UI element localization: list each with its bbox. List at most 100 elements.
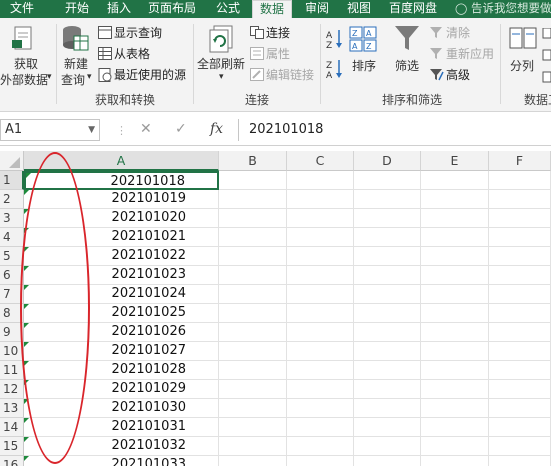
cell-empty[interactable] <box>219 190 287 209</box>
row-header[interactable]: 5 <box>0 247 24 266</box>
cell-empty[interactable] <box>489 190 551 209</box>
cell-empty[interactable] <box>219 361 287 380</box>
cell-empty[interactable] <box>219 380 287 399</box>
cell-empty[interactable] <box>489 247 551 266</box>
cell-empty[interactable] <box>287 437 354 456</box>
row-header[interactable]: 6 <box>0 266 24 285</box>
cell-empty[interactable] <box>421 323 489 342</box>
cell-empty[interactable] <box>489 380 551 399</box>
tab-baidu-netdisk[interactable]: 百度网盘 <box>382 0 444 18</box>
tab-data[interactable]: 数据 <box>252 0 292 18</box>
column-header-b[interactable]: B <box>219 151 287 171</box>
cell-empty[interactable] <box>421 266 489 285</box>
cell-a15[interactable]: 202101032 <box>24 437 219 456</box>
tell-me-box[interactable]: ◯ 告诉我您想要做 <box>455 0 551 18</box>
cell-empty[interactable] <box>489 266 551 285</box>
cell-empty[interactable] <box>354 171 421 190</box>
cell-a8[interactable]: 202101025 <box>24 304 219 323</box>
cell-empty[interactable] <box>219 209 287 228</box>
column-header-a[interactable]: A <box>24 151 219 171</box>
cell-empty[interactable] <box>489 361 551 380</box>
row-header[interactable]: 10 <box>0 342 24 361</box>
cell-empty[interactable] <box>354 266 421 285</box>
cell-empty[interactable] <box>219 247 287 266</box>
cell-empty[interactable] <box>354 209 421 228</box>
cell-a6[interactable]: 202101023 <box>24 266 219 285</box>
tab-view[interactable]: 视图 <box>340 0 378 18</box>
cell-empty[interactable] <box>489 418 551 437</box>
row-header[interactable]: 4 <box>0 228 24 247</box>
cell-empty[interactable] <box>354 456 421 466</box>
cell-empty[interactable] <box>287 285 354 304</box>
cancel-icon[interactable]: ✕ <box>140 121 152 137</box>
cell-empty[interactable] <box>287 171 354 190</box>
row-header[interactable]: 15 <box>0 437 24 456</box>
formula-input[interactable]: 202101018 <box>238 119 551 141</box>
cell-empty[interactable] <box>489 342 551 361</box>
enter-icon[interactable]: ✓ <box>175 121 187 137</box>
tab-formulas[interactable]: 公式 <box>209 0 247 18</box>
cell-empty[interactable] <box>354 437 421 456</box>
cell-a7[interactable]: 202101024 <box>24 285 219 304</box>
insert-function-icon[interactable]: fx <box>210 121 223 137</box>
cell-empty[interactable] <box>287 190 354 209</box>
column-header-f[interactable]: F <box>489 151 551 171</box>
row-header[interactable]: 8 <box>0 304 24 323</box>
cell-empty[interactable] <box>421 285 489 304</box>
cell-empty[interactable] <box>421 399 489 418</box>
cell-empty[interactable] <box>354 399 421 418</box>
cell-empty[interactable] <box>421 361 489 380</box>
cell-empty[interactable] <box>489 228 551 247</box>
tab-file[interactable]: 文件 <box>2 0 42 18</box>
cell-empty[interactable] <box>489 437 551 456</box>
cell-empty[interactable] <box>287 342 354 361</box>
cell-empty[interactable] <box>354 361 421 380</box>
cell-empty[interactable] <box>219 342 287 361</box>
cell-empty[interactable] <box>421 418 489 437</box>
cell-a1[interactable]: 202101018 <box>24 171 219 190</box>
cell-empty[interactable] <box>489 209 551 228</box>
cell-empty[interactable] <box>287 247 354 266</box>
cell-a13[interactable]: 202101030 <box>24 399 219 418</box>
cell-empty[interactable] <box>287 361 354 380</box>
cell-empty[interactable] <box>219 418 287 437</box>
row-header[interactable]: 11 <box>0 361 24 380</box>
cell-empty[interactable] <box>219 171 287 190</box>
row-header[interactable]: 7 <box>0 285 24 304</box>
cell-empty[interactable] <box>421 247 489 266</box>
cell-empty[interactable] <box>287 456 354 466</box>
cell-empty[interactable] <box>287 209 354 228</box>
cell-empty[interactable] <box>421 342 489 361</box>
cell-empty[interactable] <box>287 418 354 437</box>
cell-empty[interactable] <box>421 380 489 399</box>
cell-empty[interactable] <box>421 190 489 209</box>
cell-empty[interactable] <box>421 437 489 456</box>
cell-empty[interactable] <box>219 285 287 304</box>
cell-empty[interactable] <box>489 304 551 323</box>
spreadsheet-grid[interactable]: A B C D E F 1 202101018 2 202101019 3 202101020 4 202… <box>0 151 551 466</box>
cell-empty[interactable] <box>421 209 489 228</box>
row-header[interactable]: 16 <box>0 456 24 466</box>
tab-insert[interactable]: 插入 <box>100 0 138 18</box>
cell-empty[interactable] <box>421 304 489 323</box>
cell-empty[interactable] <box>219 228 287 247</box>
column-header-d[interactable]: D <box>354 151 421 171</box>
cell-empty[interactable] <box>219 437 287 456</box>
cell-empty[interactable] <box>489 285 551 304</box>
cell-empty[interactable] <box>219 323 287 342</box>
cell-a9[interactable]: 202101026 <box>24 323 219 342</box>
cell-empty[interactable] <box>287 266 354 285</box>
cell-empty[interactable] <box>219 266 287 285</box>
column-header-c[interactable]: C <box>287 151 354 171</box>
tab-review[interactable]: 审阅 <box>298 0 336 18</box>
cell-empty[interactable] <box>287 304 354 323</box>
cell-a2[interactable]: 202101019 <box>24 190 219 209</box>
cell-a3[interactable]: 202101020 <box>24 209 219 228</box>
cell-a11[interactable]: 202101028 <box>24 361 219 380</box>
row-header[interactable]: 9 <box>0 323 24 342</box>
cell-empty[interactable] <box>219 399 287 418</box>
cell-empty[interactable] <box>287 399 354 418</box>
cell-empty[interactable] <box>489 456 551 466</box>
row-header[interactable]: 14 <box>0 418 24 437</box>
cell-empty[interactable] <box>354 418 421 437</box>
